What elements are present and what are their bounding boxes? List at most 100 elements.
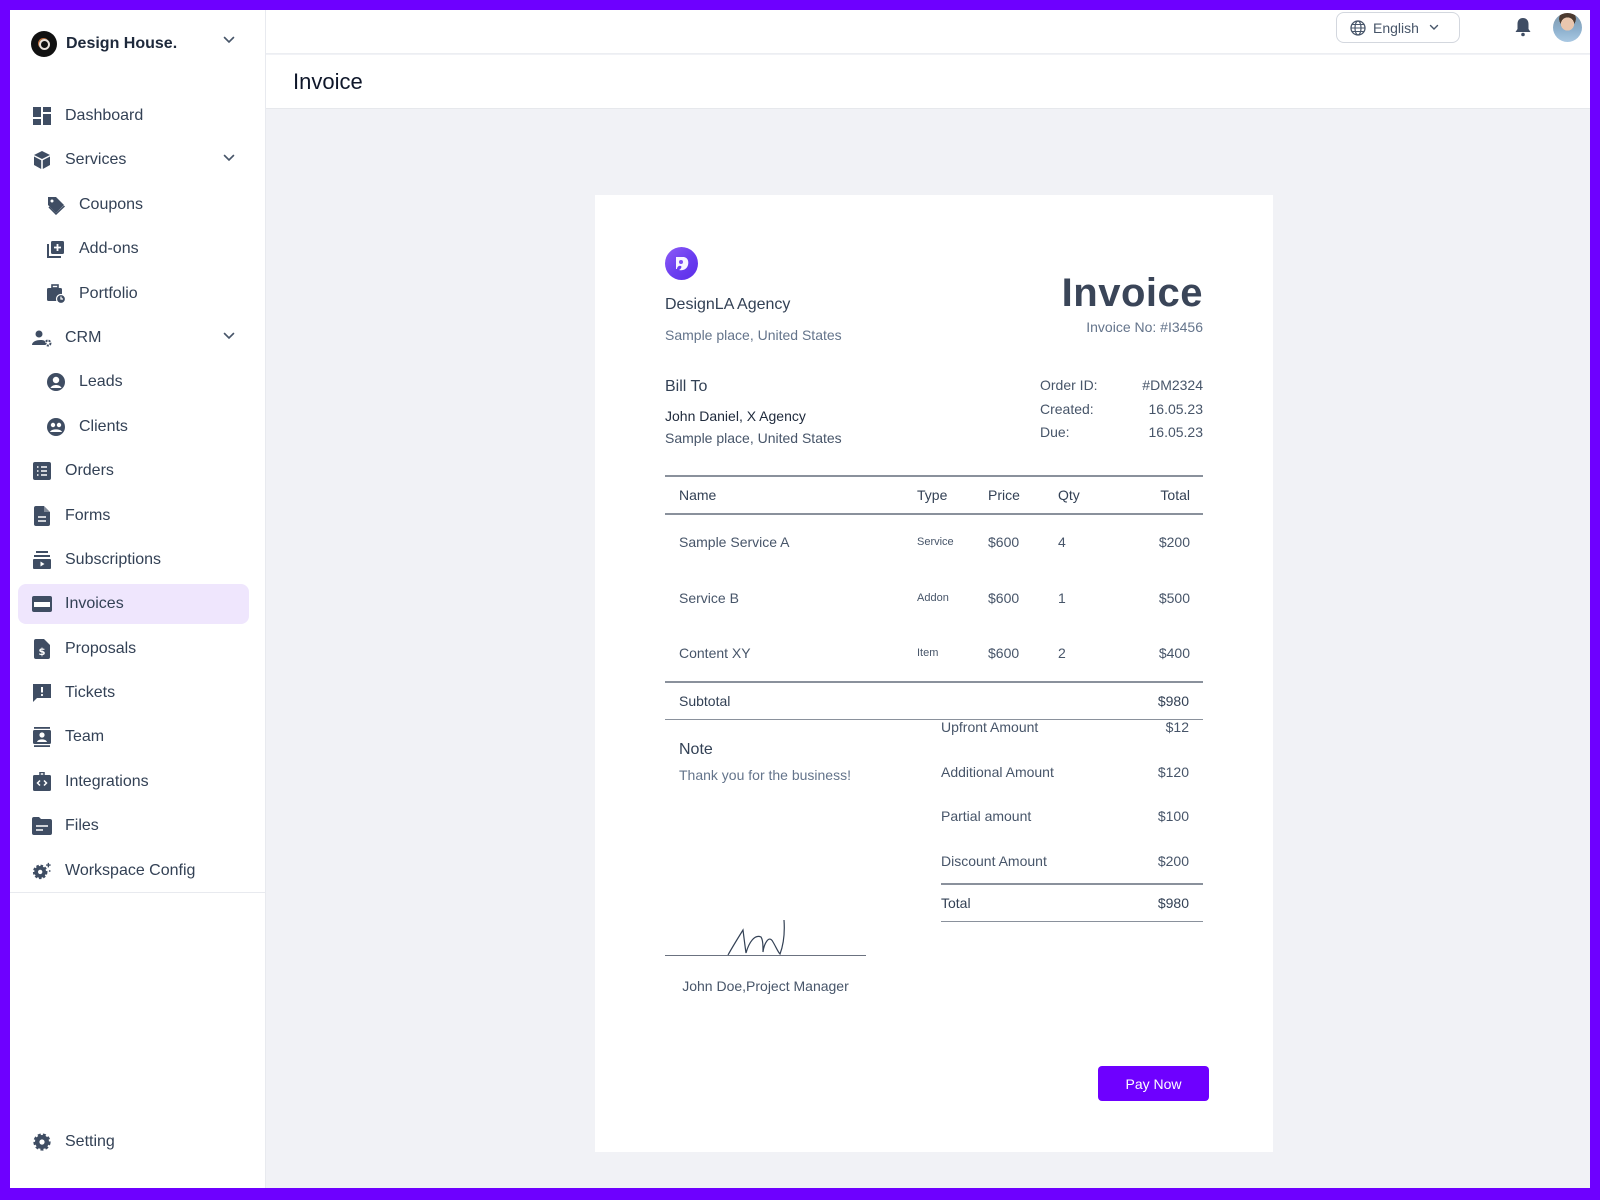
- sidebar-item-subscriptions[interactable]: Subscriptions: [18, 540, 249, 580]
- sidebar-item-label: Clients: [79, 417, 128, 435]
- sidebar-item-orders[interactable]: Orders: [18, 451, 249, 491]
- sidebar-item-workspace-config[interactable]: Workspace Config: [18, 851, 249, 891]
- svg-text:$: $: [39, 647, 46, 658]
- sidebar-item-clients[interactable]: Clients: [18, 407, 249, 447]
- cell-total: $500: [1158, 589, 1190, 606]
- summary-label: Additional Amount: [941, 763, 1054, 780]
- sidebar-item-portfolio[interactable]: Portfolio: [18, 274, 249, 314]
- gear-icon: [32, 1132, 52, 1152]
- bill-to-heading: Bill To: [665, 378, 708, 395]
- page-title: Invoice: [293, 69, 363, 94]
- sidebar-item-add-ons[interactable]: Add-ons: [18, 229, 249, 269]
- signer-name: John Doe,Project Manager: [682, 978, 849, 994]
- tag-icon: [46, 195, 66, 215]
- sidebar-item-label: Portfolio: [79, 284, 138, 302]
- summary-value: $100: [1157, 808, 1189, 825]
- sidebar-item-label: Tickets: [65, 684, 116, 702]
- bill-to-name: John Daniel, X Agency: [665, 408, 806, 424]
- sidebar-item-label: Integrations: [65, 772, 149, 790]
- meta-due: Due: 16.05.23: [1040, 424, 1203, 448]
- sidebar-item-label: Files: [65, 817, 99, 835]
- dashboard-icon: [32, 106, 52, 126]
- line-items-table: Name Type Price Qty Total Sample Service…: [665, 475, 1203, 720]
- note-text: Thank you for the business!: [679, 767, 851, 783]
- language-label: English: [1373, 19, 1419, 36]
- sidebar-item-label: Invoices: [65, 595, 124, 613]
- top-bar: English: [266, 10, 1590, 54]
- sidebar-item-tickets[interactable]: Tickets: [18, 673, 249, 713]
- sidebar-item-invoices[interactable]: Invoices: [18, 584, 249, 625]
- signature-mark-icon: [727, 919, 785, 956]
- alert-message-icon: [32, 683, 52, 703]
- sidebar-divider: [10, 892, 266, 893]
- sidebar-item-leads[interactable]: Leads: [18, 362, 249, 402]
- sidebar-item-services[interactable]: Services: [18, 140, 249, 180]
- sidebar-item-team[interactable]: Team: [18, 717, 249, 757]
- chevron-down-icon[interactable]: [223, 154, 235, 162]
- workspace-name: Design House.: [66, 35, 178, 52]
- sidebar-item-files[interactable]: Files: [18, 806, 249, 846]
- credit-card-icon: [32, 594, 52, 614]
- sidebar-item-label: Dashboard: [65, 107, 144, 124]
- workspace-switcher[interactable]: Design House.: [31, 28, 243, 60]
- briefcase-clock-icon: [46, 283, 66, 304]
- invoice-number: Invoice No: #I3456: [1086, 319, 1203, 335]
- sidebar-item-coupons[interactable]: Coupons: [18, 185, 249, 225]
- sidebar-item-crm[interactable]: CRM: [18, 318, 249, 358]
- total-row: Total $980: [941, 885, 1203, 921]
- cell-total: $200: [1158, 534, 1190, 551]
- sidebar-item-setting[interactable]: Setting: [18, 1122, 249, 1162]
- sidebar-item-forms[interactable]: Forms: [18, 496, 249, 536]
- user-avatar[interactable]: [1553, 13, 1582, 42]
- summary-row: Additional Amount $120: [941, 750, 1203, 795]
- chevron-down-icon[interactable]: [223, 332, 235, 340]
- col-name: Name: [679, 487, 717, 503]
- table-header: Name Type Price Qty Total: [665, 477, 1203, 513]
- meta-created: Created: 16.05.23: [1040, 401, 1203, 425]
- sidebar-item-dashboard[interactable]: Dashboard: [18, 96, 249, 136]
- sidebar-item-label: Leads: [79, 373, 123, 391]
- add-box-icon: [46, 239, 66, 259]
- sidebar-item-label: Setting: [65, 1133, 115, 1150]
- table-row: Sample Service A Service $600 4 $200: [665, 515, 1203, 571]
- bell-icon[interactable]: [1514, 17, 1532, 37]
- sidebar-item-label: Coupons: [79, 195, 144, 213]
- agency-name: DesignLA Agency: [665, 296, 791, 313]
- summary-row: Upfront Amount $12: [941, 705, 1203, 750]
- sidebar-item-label: Proposals: [65, 639, 137, 657]
- language-selector[interactable]: English: [1336, 12, 1460, 43]
- meta-label: Due:: [1040, 424, 1070, 440]
- subscriptions-icon: [32, 550, 52, 570]
- cell-qty: 2: [1058, 645, 1066, 662]
- meta-label: Created:: [1040, 400, 1094, 417]
- sidebar: Design House. Dashboard Services Coupons…: [10, 10, 266, 1188]
- invoice-card: DesignLA Agency Sample place, United Sta…: [595, 195, 1273, 1152]
- pay-now-button[interactable]: Pay Now: [1098, 1066, 1209, 1101]
- gear-sparkle-icon: [32, 861, 52, 881]
- list-icon: [32, 461, 52, 481]
- meta-value: 16.05.23: [1148, 424, 1204, 440]
- sidebar-item-label: Team: [65, 728, 105, 746]
- sidebar-item-integrations[interactable]: Integrations: [18, 762, 249, 802]
- folder-icon: [32, 816, 52, 836]
- code-briefcase-icon: [32, 771, 52, 792]
- box-icon: [32, 150, 52, 170]
- cell-qty: 1: [1058, 589, 1066, 606]
- brand-logo-icon: [31, 31, 57, 57]
- summary-value: $12: [1165, 719, 1189, 736]
- sidebar-item-label: Forms: [65, 506, 111, 524]
- amount-summary: Upfront Amount $12 Additional Amount $12…: [941, 705, 1203, 922]
- chevron-down-icon: [1429, 24, 1439, 30]
- sidebar-item-proposals[interactable]: $ Proposals: [18, 629, 249, 669]
- sidebar-item-label: Subscriptions: [65, 550, 162, 568]
- document-icon: [32, 505, 52, 526]
- dollar-document-icon: $: [32, 638, 52, 659]
- sidebar-nav: Dashboard Services Coupons Add-ons Portf…: [18, 96, 249, 895]
- sidebar-item-label: Add-ons: [79, 240, 139, 258]
- summary-row: Discount Amount $200: [941, 839, 1203, 884]
- summary-label: Upfront Amount: [941, 719, 1039, 736]
- sidebar-item-label: Workspace Config: [65, 861, 196, 879]
- cell-name: Service B: [679, 589, 739, 606]
- sidebar-item-label: Orders: [65, 462, 114, 480]
- cell-type: Service: [917, 536, 954, 549]
